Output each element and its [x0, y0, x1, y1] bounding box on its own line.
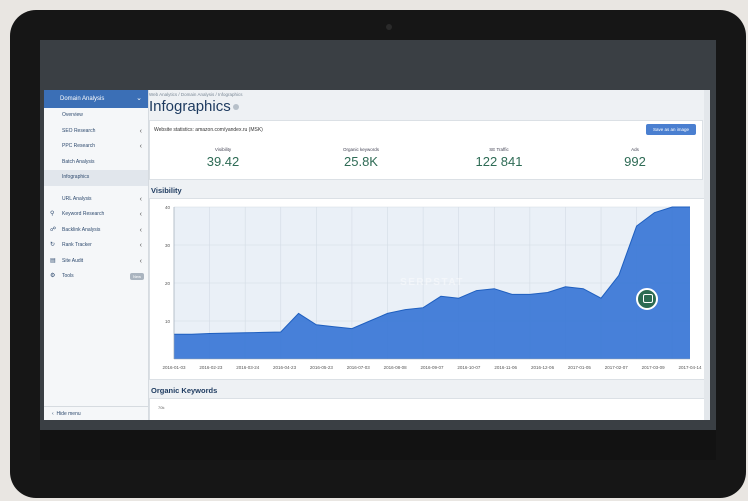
chevron-left-icon: ‹: [139, 195, 142, 203]
x-tick-label: 2017-03-09: [642, 365, 666, 370]
organic-keywords-chart: 70k: [149, 398, 706, 420]
bezel-bottom: [40, 430, 716, 460]
x-tick-label: 2016-01-03: [162, 365, 186, 370]
gear-icon: ⚙: [50, 273, 56, 279]
y-tick-label: 70k: [158, 405, 165, 410]
y-tick-label: 20: [165, 281, 171, 286]
sidebar-item-label: PPC Research: [62, 143, 96, 149]
chevron-left-icon: ‹: [139, 257, 142, 265]
sidebar-item-label: URL Analysis: [62, 195, 92, 202]
stat-visibility: Visibility 39.42: [158, 147, 288, 169]
stat-value: 39.42: [206, 154, 240, 169]
hide-menu-button[interactable]: ‹ Hide menu: [44, 406, 148, 420]
stat-organic-keywords: Organic keywords 25.8K: [296, 147, 426, 169]
sidebar-item-label: Keyword Research: [62, 211, 105, 217]
sidebar-header-domain-analysis[interactable]: Domain Analysis ⌄: [44, 90, 148, 108]
save-as-image-button[interactable]: Save as an image: [646, 124, 696, 135]
x-tick-label: 2016-03-24: [236, 365, 260, 370]
chevron-left-icon: ‹: [139, 143, 142, 150]
x-tick-label: 2017-04-14: [678, 365, 702, 370]
stat-ads: Ads 992: [570, 147, 700, 169]
stat-value: 122 841: [475, 154, 523, 169]
sidebar-item-label: Overview: [62, 112, 83, 118]
page-title: Infographics: [149, 98, 231, 115]
sidebar-item-keyword-research[interactable]: ⚲ Keyword Research ‹: [44, 207, 148, 223]
sidebar-item-label: Infographics: [62, 174, 90, 180]
sidebar-item-seo-research[interactable]: SEO Research ‹: [44, 124, 148, 140]
sidebar-item-overview[interactable]: Overview: [44, 108, 148, 124]
stat-value: 25.8K: [344, 154, 378, 169]
chat-button[interactable]: [636, 288, 658, 310]
y-tick-label: 30: [165, 243, 171, 248]
chevron-left-icon: ‹: [52, 411, 54, 417]
visibility-chart-svg: SERPSTAT 10 20 30 40 2016-01-03 2016-02-23 2016…: [162, 205, 702, 370]
visibility-chart: SERPSTAT 10 20 30 40 2016-01-03 2016-02-23 2016…: [149, 198, 706, 380]
sidebar-item-label: Tools: [62, 273, 74, 279]
chevron-left-icon: ‹: [139, 242, 142, 249]
app-window: Domain Analysis ⌄ Overview SEO Research ‹ P…: [44, 90, 710, 420]
chevron-left-icon: ‹: [139, 127, 142, 135]
info-icon[interactable]: [233, 104, 239, 110]
breadcrumb: Web Analytics / Domain Analysis / Infogr…: [149, 92, 243, 97]
chevron-down-icon: ⌄: [136, 95, 142, 102]
x-tick-label: 2016-04-23: [273, 365, 297, 370]
x-tick-label: 2016-10-07: [457, 365, 481, 370]
y-tick-label: 40: [165, 205, 171, 210]
y-tick-label: 10: [165, 319, 171, 324]
scrollbar[interactable]: [704, 90, 710, 420]
x-tick-label: 2016-05-23: [310, 365, 334, 370]
stat-label: SE Traffic: [489, 147, 509, 152]
sidebar: Domain Analysis ⌄ Overview SEO Research ‹ P…: [44, 90, 149, 420]
stats-panel: Website statistics: amazon.com/yandex.ru…: [149, 120, 703, 180]
x-tick-label: 2016-08-08: [384, 365, 408, 370]
x-tick-label: 2016-02-23: [199, 365, 223, 370]
hide-menu-label: Hide menu: [56, 411, 81, 417]
sidebar-item-backlink-analysis[interactable]: ☍ Backlink Analysis ‹: [44, 223, 148, 239]
key-icon: ⚲: [50, 211, 55, 217]
stat-label: Organic keywords: [342, 147, 379, 152]
x-tick-label: 2016-11-06: [494, 365, 517, 370]
chart-icon: ▤: [50, 257, 56, 264]
sidebar-item-batch-analysis[interactable]: Batch Analysis: [44, 155, 148, 171]
sidebar-item-tools[interactable]: ⚙ Tools New: [44, 269, 148, 285]
sidebar-item-label: Site Audit: [62, 257, 84, 264]
sidebar-item-label: Rank Tracker: [62, 242, 92, 248]
camera: [386, 24, 392, 30]
x-tick-label: 2016-12-06: [531, 365, 555, 370]
x-tick-label: 2017-01-05: [568, 365, 592, 370]
stats-panel-header: Website statistics: amazon.com/yandex.ru…: [154, 127, 263, 133]
visibility-title: Visibility: [151, 186, 182, 195]
stat-se-traffic: SE Traffic 122 841: [434, 147, 564, 169]
sidebar-item-label: SEO Research: [62, 127, 96, 134]
sidebar-item-infographics[interactable]: Infographics: [44, 170, 148, 186]
stat-value: 992: [624, 154, 646, 169]
x-tick-label: 2017-02-07: [605, 365, 629, 370]
organic-keywords-title: Organic Keywords: [151, 386, 218, 395]
sidebar-item-site-audit[interactable]: ▤ Site Audit ‹: [44, 254, 148, 270]
chevron-left-icon: ‹: [139, 226, 142, 234]
sidebar-header-label: Domain Analysis: [60, 96, 105, 102]
refresh-icon: ↻: [50, 242, 56, 248]
serpstat-watermark: SERPSTAT: [400, 277, 464, 288]
sidebar-item-ppc-research[interactable]: PPC Research ‹: [44, 139, 148, 155]
x-tick-label: 2016-09-07: [420, 365, 444, 370]
stat-label: Ads: [631, 147, 639, 152]
sidebar-item-label: Backlink Analysis: [62, 226, 101, 233]
main-content: Web Analytics / Domain Analysis / Infogr…: [149, 90, 710, 420]
sidebar-item-label: Batch Analysis: [62, 158, 95, 165]
sidebar-item-url-analysis[interactable]: URL Analysis ‹: [44, 192, 148, 208]
chat-icon: [643, 294, 653, 303]
chain-icon: ☍: [50, 226, 57, 233]
new-badge: New: [129, 273, 144, 280]
x-tick-label: 2016-07-03: [347, 365, 371, 370]
stat-label: Visibility: [214, 147, 232, 152]
chevron-left-icon: ‹: [139, 211, 142, 218]
sidebar-item-rank-tracker[interactable]: ↻ Rank Tracker ‹: [44, 238, 148, 254]
